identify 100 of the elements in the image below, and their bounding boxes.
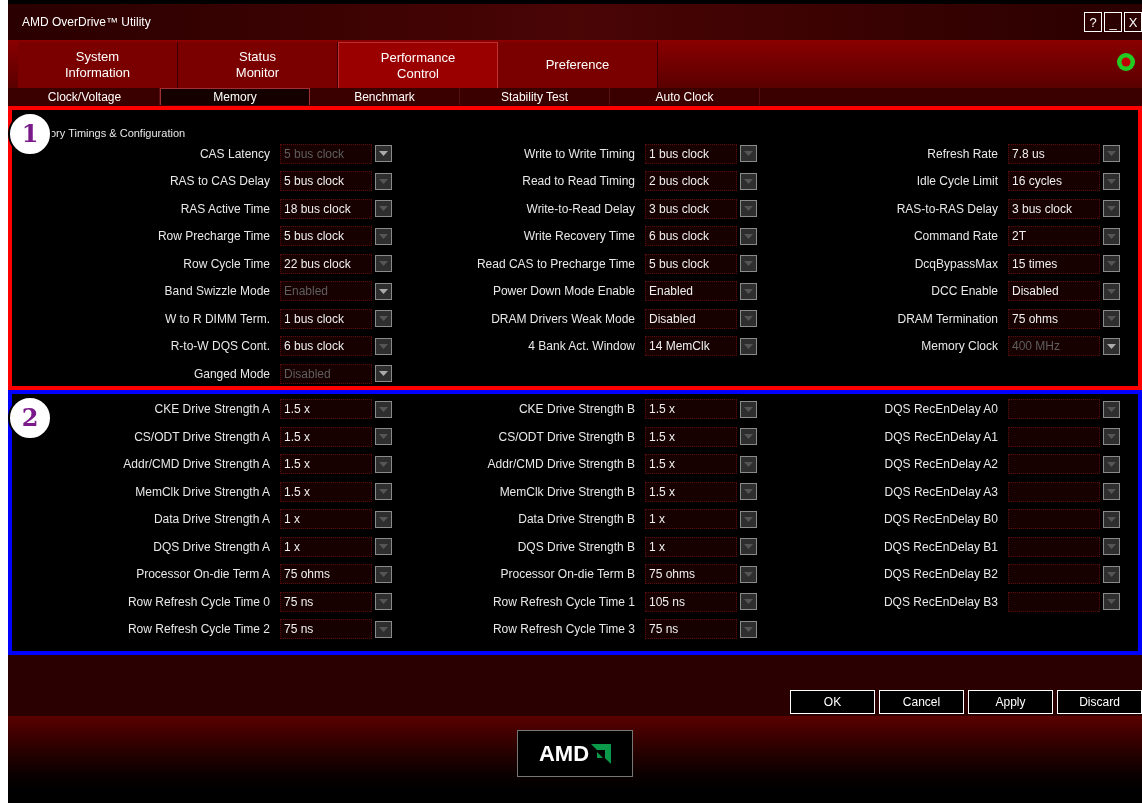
select-field[interactable]: 1 x [645, 536, 737, 557]
dropdown-button[interactable] [375, 365, 392, 383]
main-tab[interactable]: Performance Control [338, 42, 498, 88]
select-field[interactable]: 1 bus clock [645, 143, 737, 164]
dropdown-button[interactable] [375, 172, 392, 190]
select-field[interactable]: 1.5 x [645, 454, 737, 475]
window-control-button[interactable]: X [1124, 12, 1142, 32]
select-field[interactable]: 1.5 x [645, 481, 737, 502]
dropdown-button[interactable] [375, 337, 392, 355]
dropdown-button[interactable] [1103, 483, 1120, 501]
dropdown-button[interactable] [740, 282, 757, 300]
select-field[interactable]: 14 MemClk [645, 336, 737, 357]
dropdown-button[interactable] [740, 310, 757, 328]
select-field[interactable]: 1.5 x [280, 426, 372, 447]
select-field[interactable]: 6 bus clock [280, 336, 372, 357]
dropdown-button[interactable] [740, 400, 757, 418]
select-field[interactable]: 1 bus clock [280, 308, 372, 329]
select-field[interactable]: 3 bus clock [645, 198, 737, 219]
dropdown-button[interactable] [1103, 538, 1120, 556]
sub-tab[interactable]: Auto Clock [610, 88, 760, 105]
main-tab[interactable]: Status Monitor [178, 42, 338, 88]
dropdown-button[interactable] [375, 510, 392, 528]
dropdown-button[interactable] [375, 565, 392, 583]
dropdown-button[interactable] [740, 172, 757, 190]
select-field[interactable]: 6 bus clock [645, 226, 737, 247]
dropdown-button[interactable] [1103, 255, 1120, 273]
select-field[interactable]: Enabled [645, 281, 737, 302]
dialog-button[interactable]: Apply [968, 690, 1053, 714]
dropdown-button[interactable] [1103, 400, 1120, 418]
dropdown-button[interactable] [740, 227, 757, 245]
select-field[interactable]: 16 cycles [1008, 171, 1100, 192]
dropdown-button[interactable] [740, 620, 757, 638]
select-field[interactable]: 2T [1008, 226, 1100, 247]
select-field[interactable]: 75 ohms [280, 564, 372, 585]
dropdown-button[interactable] [1103, 510, 1120, 528]
dropdown-button[interactable] [375, 200, 392, 218]
select-field[interactable] [1008, 509, 1100, 530]
select-field[interactable]: 18 bus clock [280, 198, 372, 219]
select-field[interactable]: 2 bus clock [645, 171, 737, 192]
select-field[interactable]: Disabled [1008, 281, 1100, 302]
main-tab[interactable]: Preference [498, 42, 658, 88]
select-field[interactable]: 5 bus clock [280, 226, 372, 247]
dropdown-button[interactable] [740, 145, 757, 163]
select-field[interactable]: 105 ns [645, 591, 737, 612]
dropdown-button[interactable] [375, 620, 392, 638]
dialog-button[interactable]: OK [790, 690, 875, 714]
dropdown-button[interactable] [375, 455, 392, 473]
select-field[interactable] [1008, 399, 1100, 420]
select-field[interactable]: Disabled [645, 308, 737, 329]
select-field[interactable] [1008, 426, 1100, 447]
dropdown-button[interactable] [1103, 565, 1120, 583]
select-field[interactable]: 75 ohms [645, 564, 737, 585]
dropdown-button[interactable] [375, 538, 392, 556]
select-field[interactable]: 5 bus clock [280, 171, 372, 192]
select-field[interactable]: 75 ns [280, 591, 372, 612]
select-field[interactable]: 1.5 x [645, 426, 737, 447]
select-field[interactable]: 1.5 x [645, 399, 737, 420]
sub-tab[interactable]: Memory [160, 88, 310, 105]
dropdown-button[interactable] [740, 255, 757, 273]
dropdown-button[interactable] [1103, 455, 1120, 473]
dialog-button[interactable]: Cancel [879, 690, 964, 714]
select-field[interactable]: 1.5 x [280, 481, 372, 502]
dropdown-button[interactable] [740, 593, 757, 611]
dropdown-button[interactable] [375, 593, 392, 611]
dropdown-button[interactable] [740, 428, 757, 446]
sub-tab[interactable]: Stability Test [460, 88, 610, 105]
dropdown-button[interactable] [740, 455, 757, 473]
dropdown-button[interactable] [375, 428, 392, 446]
dropdown-button[interactable] [1103, 593, 1120, 611]
select-field[interactable]: 7.8 us [1008, 143, 1100, 164]
select-field[interactable] [1008, 454, 1100, 475]
dropdown-button[interactable] [375, 227, 392, 245]
select-field[interactable]: 3 bus clock [1008, 198, 1100, 219]
dialog-button[interactable]: Discard [1057, 690, 1142, 714]
dropdown-button[interactable] [375, 400, 392, 418]
select-field[interactable] [1008, 591, 1100, 612]
window-control-button[interactable]: _ [1104, 12, 1122, 32]
select-field[interactable]: 75 ns [280, 619, 372, 640]
dropdown-button[interactable] [1103, 145, 1120, 163]
dropdown-button[interactable] [740, 200, 757, 218]
select-field[interactable]: 1 x [645, 509, 737, 530]
dropdown-button[interactable] [740, 483, 757, 501]
dropdown-button[interactable] [375, 145, 392, 163]
select-field[interactable]: 5 bus clock [645, 253, 737, 274]
dropdown-button[interactable] [375, 255, 392, 273]
dropdown-button[interactable] [1103, 282, 1120, 300]
select-field[interactable]: 1 x [280, 509, 372, 530]
select-field[interactable]: 75 ns [645, 619, 737, 640]
dropdown-button[interactable] [740, 538, 757, 556]
dropdown-button[interactable] [1103, 172, 1120, 190]
dropdown-button[interactable] [375, 282, 392, 300]
dropdown-button[interactable] [1103, 200, 1120, 218]
select-field[interactable] [1008, 481, 1100, 502]
select-field[interactable]: 75 ohms [1008, 308, 1100, 329]
select-field[interactable]: 1.5 x [280, 454, 372, 475]
dropdown-button[interactable] [740, 565, 757, 583]
select-field[interactable]: 1 x [280, 536, 372, 557]
dropdown-button[interactable] [1103, 428, 1120, 446]
dropdown-button[interactable] [1103, 310, 1120, 328]
main-tab[interactable]: System Information [18, 42, 178, 88]
